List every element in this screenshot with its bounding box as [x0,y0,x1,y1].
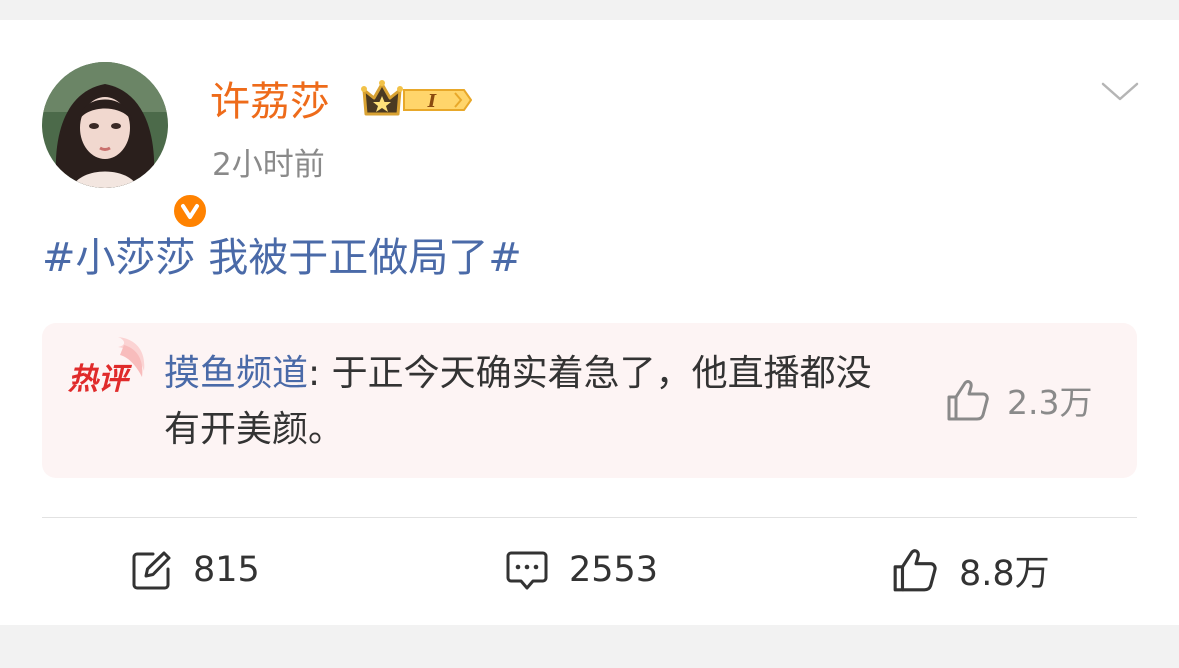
svg-text:I: I [427,91,437,112]
hot-comment-separator: : [308,353,332,394]
thumbs-up-icon [947,380,989,421]
comment-icon [506,551,548,590]
post-time: 2小时前 [212,147,325,183]
thumbs-up-icon [893,549,937,592]
divider [42,517,1137,518]
hot-comment-like-count: 2.3万 [1007,383,1093,422]
verified-badge-icon [170,191,210,231]
hot-badge-label: 热评 [67,363,133,396]
hot-comment[interactable]: 热评 摸鱼频道: 于正今天确实着急了，他直播都没有开美颜。 2.3万 [42,323,1137,478]
repost-count: 815 [193,550,260,590]
hot-comment-author[interactable]: 摸鱼频道 [164,353,308,394]
comment-button[interactable]: 2553 [505,547,658,593]
like-count: 8.8万 [959,553,1050,594]
repost-button[interactable]: 815 [131,547,260,593]
topic-hashtag[interactable]: #小莎莎 我被于正做局了# [42,232,522,284]
avatar-image [42,62,168,188]
comment-count: 2553 [569,550,659,590]
vip-level: I [427,91,437,112]
chevron-down-icon[interactable] [1100,80,1140,104]
weibo-post-card: 许荔莎 I 2小时前 #小莎莎 我被于正做局了# 热评 摸鱼频道: 于正今天确实… [0,20,1179,625]
repost-icon [132,551,171,590]
username[interactable]: 许荔莎 [210,78,330,126]
hot-comment-like-button[interactable]: 2.3万 [945,378,1092,422]
vip-crown-icon[interactable]: I [360,78,473,122]
like-button[interactable]: 8.8万 [891,547,1050,594]
hot-comment-text: 摸鱼频道: 于正今天确实着急了，他直播都没有开美颜。 [164,346,894,458]
hot-comment-badge-icon: 热评 [64,331,154,401]
avatar[interactable] [42,62,210,231]
